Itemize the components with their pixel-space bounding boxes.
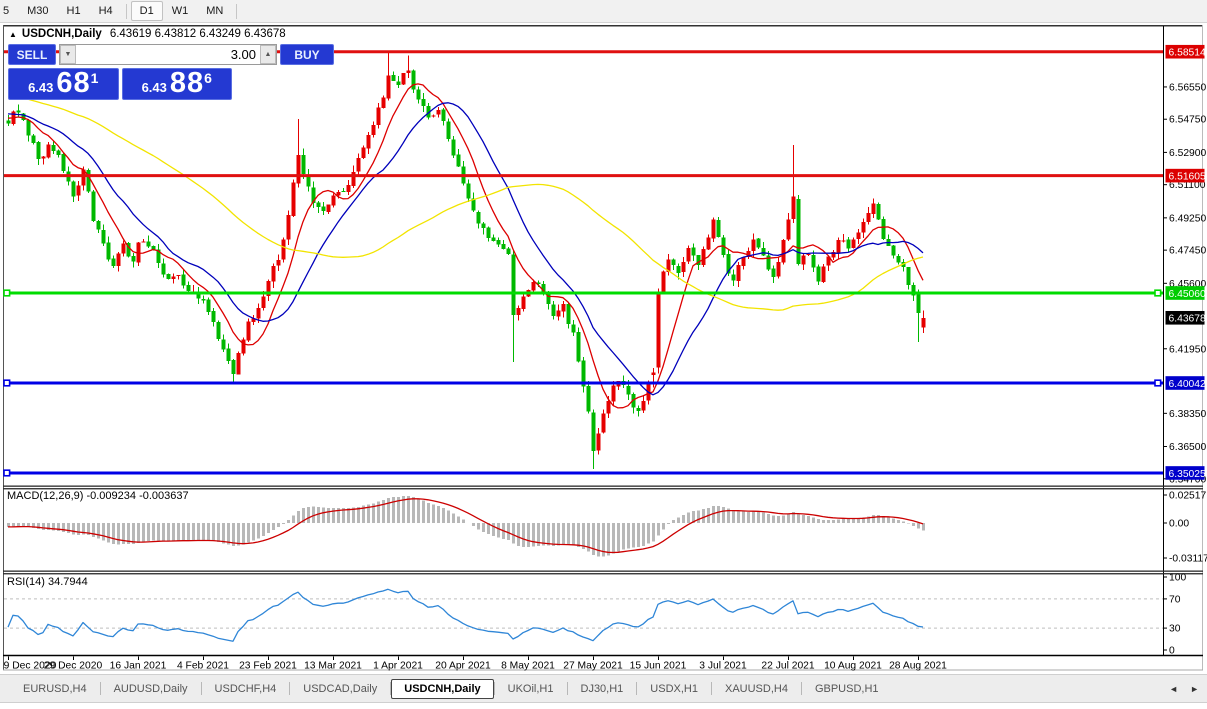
rsi-line [8,589,923,641]
svg-text:30: 30 [1169,624,1181,635]
collapse-triangle-icon[interactable]: ▲ [9,30,17,39]
tab-eurusd-h4[interactable]: EURUSD,H4 [10,679,100,699]
svg-text:16 Jan 2021: 16 Jan 2021 [110,661,167,672]
svg-text:20 Apr 2021: 20 Apr 2021 [435,661,491,672]
buy-price-prefix: 6.43 [142,80,167,95]
timeframe-button-D1[interactable]: D1 [131,1,163,21]
svg-text:6.36500: 6.36500 [1169,442,1206,453]
ma-fast-red [8,84,923,408]
price-axis: 6.565506.547506.529006.511006.492506.474… [1163,82,1207,656]
svg-text:6.49250: 6.49250 [1169,213,1206,224]
tab-ukoil-h1[interactable]: UKOil,H1 [495,679,567,699]
tab-scroll-arrows: ◄ ► [1169,684,1207,694]
ma-slow-yellow [8,96,923,311]
hline-6.40042-handle[interactable] [4,380,10,386]
svg-text:6.47450: 6.47450 [1169,246,1206,257]
tab-usdx-h1[interactable]: USDX,H1 [637,679,711,699]
tab-usdcnh-daily[interactable]: USDCNH,Daily [391,679,493,699]
svg-text:6.52900: 6.52900 [1169,148,1206,159]
rsi-panel [4,589,1163,641]
macd-indicator-label: MACD(12,26,9) -0.009234 -0.003637 [7,490,189,502]
svg-text:29 Dec 2020: 29 Dec 2020 [44,661,103,672]
timeframe-button-W1[interactable]: W1 [163,1,198,21]
chart-title: ▲ USDCNH,Daily 6.43619 6.43812 6.43249 6… [9,28,286,40]
timeframe-button-M30[interactable]: M30 [18,1,57,21]
svg-text:6.41950: 6.41950 [1169,344,1206,355]
chart-chrome [3,25,1203,670]
tab-usdcad-daily[interactable]: USDCAD,Daily [290,679,390,699]
svg-text:10 Aug 2021: 10 Aug 2021 [824,661,882,672]
hline-6.40042-handle[interactable] [1155,380,1161,386]
svg-text:28 Aug 2021: 28 Aug 2021 [889,661,947,672]
toolbar-separator [126,4,127,19]
svg-text:6.40042: 6.40042 [1169,379,1206,390]
chart-ohlc-values: 6.43619 6.43812 6.43249 6.43678 [110,28,286,40]
rsi-indicator-label: RSI(14) 34.7944 [7,576,88,588]
svg-text:6.35025: 6.35025 [1169,469,1206,480]
svg-text:6.51605: 6.51605 [1169,171,1206,182]
buy-button[interactable]: BUY [280,44,334,65]
buy-price-sup: 6 [204,70,212,86]
scroll-tabs-left-icon[interactable]: ◄ [1169,684,1178,694]
volume-spinner: ▼ ▲ [59,44,277,65]
svg-text:6.38350: 6.38350 [1169,409,1206,420]
moving-averages-layer [8,84,923,408]
tab-dj30-h1[interactable]: DJ30,H1 [568,679,637,699]
svg-text:0.00: 0.00 [1169,519,1189,530]
svg-text:1 Apr 2021: 1 Apr 2021 [373,661,423,672]
sell-price-sup: 1 [91,70,99,86]
svg-text:3 Jul 2021: 3 Jul 2021 [699,661,747,672]
tab-audusd-daily[interactable]: AUDUSD,Daily [101,679,201,699]
timeframe-button-H1[interactable]: H1 [58,1,90,21]
svg-text:23 Feb 2021: 23 Feb 2021 [239,661,297,672]
volume-increase-button[interactable]: ▲ [260,45,276,64]
svg-text:8 May 2021: 8 May 2021 [501,661,555,672]
time-axis: 9 Dec 202029 Dec 202016 Jan 20214 Feb 20… [3,656,1203,672]
chart-tabs-bar: EURUSD,H4AUDUSD,DailyUSDCHF,H4USDCAD,Dai… [0,674,1207,703]
tab-xauusd-h4[interactable]: XAUUSD,H4 [712,679,801,699]
svg-text:6.45060: 6.45060 [1169,289,1206,300]
macd-histogram [9,496,924,557]
timeframe-toolbar: 5M30H1H4 D1W1MN [0,0,1207,23]
volume-decrease-button[interactable]: ▼ [60,45,76,64]
buy-price-big: 88 [170,69,204,98]
svg-text:4 Feb 2021: 4 Feb 2021 [177,661,229,672]
svg-text:100: 100 [1169,573,1186,584]
sell-button[interactable]: SELL [8,44,56,65]
one-click-trading-panel: SELL ▼ ▲ BUY 6.43 68 1 6.43 88 6 [8,44,232,100]
sell-price-big: 68 [56,69,90,98]
svg-text:13 Mar 2021: 13 Mar 2021 [304,661,362,672]
toolbar-separator [236,4,237,19]
sell-price-prefix: 6.43 [28,80,53,95]
svg-text:15 Jun 2021: 15 Jun 2021 [630,661,687,672]
chart-symbol-label: USDCNH,Daily [22,28,102,40]
hline-6.45060-handle[interactable] [4,290,10,296]
tab-gbpusd-h1[interactable]: GBPUSD,H1 [802,679,892,699]
svg-text:6.43678: 6.43678 [1169,314,1206,325]
svg-text:0.02517: 0.02517 [1169,491,1206,502]
chart-tabs: EURUSD,H4AUDUSD,DailyUSDCHF,H4USDCAD,Dai… [10,679,892,699]
macd-signal-line [8,499,923,553]
svg-text:6.56550: 6.56550 [1169,82,1206,93]
svg-text:6.58514: 6.58514 [1169,48,1206,59]
timeframe-button-H4[interactable]: H4 [90,1,122,21]
chart-canvas[interactable]: 6.565506.547506.529006.511006.492506.474… [0,25,1207,672]
svg-text:-0.031175: -0.031175 [1169,554,1207,565]
volume-input[interactable] [76,45,260,64]
hline-6.45060-handle[interactable] [1155,290,1161,296]
scroll-tabs-right-icon[interactable]: ► [1190,684,1199,694]
sell-price-box[interactable]: 6.43 68 1 [8,68,119,100]
timeframe-button-5[interactable]: 5 [0,1,18,21]
tab-usdchf-h4[interactable]: USDCHF,H4 [202,679,290,699]
hline-6.35025-handle[interactable] [4,470,10,476]
buy-price-box[interactable]: 6.43 88 6 [122,68,233,100]
ma-mid-blue [8,103,923,395]
svg-text:6.54750: 6.54750 [1169,115,1206,126]
timeframe-button-MN[interactable]: MN [197,1,232,21]
svg-text:70: 70 [1169,594,1181,605]
svg-text:22 Jul 2021: 22 Jul 2021 [761,661,815,672]
svg-text:27 May 2021: 27 May 2021 [563,661,623,672]
macd-panel [8,496,924,557]
